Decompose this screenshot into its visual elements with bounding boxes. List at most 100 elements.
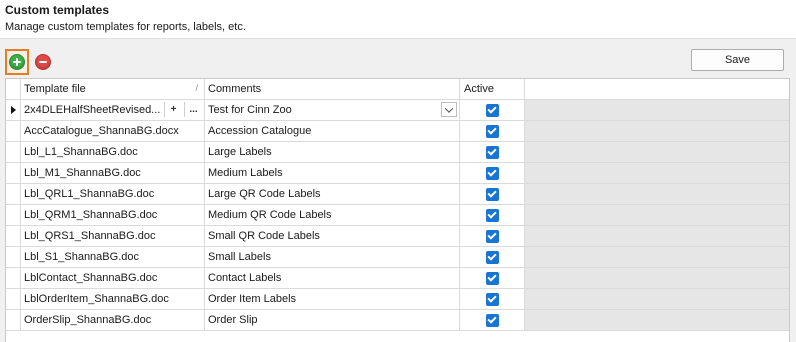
- cell-template-file[interactable]: Lbl_QRS1_ShannaBG.doc: [21, 226, 205, 246]
- row-indicator[interactable]: [6, 100, 21, 120]
- cell-comments[interactable]: Order Slip: [205, 310, 460, 330]
- save-button[interactable]: Save: [691, 49, 784, 71]
- cell-active: [460, 226, 525, 246]
- column-header-label: Active: [464, 83, 494, 95]
- comment-text: Accession Catalogue: [208, 125, 312, 137]
- cell-active: [460, 310, 525, 330]
- cell-template-file[interactable]: Lbl_S1_ShannaBG.doc: [21, 247, 205, 267]
- row-indicator[interactable]: [6, 268, 21, 288]
- table-row[interactable]: OrderSlip_ShannaBG.doc Order Slip: [6, 310, 789, 331]
- template-file-name: Lbl_QRS1_ShannaBG.doc: [24, 230, 156, 242]
- active-checkbox[interactable]: [485, 124, 499, 138]
- table-row[interactable]: LblContact_ShannaBG.doc Contact Labels: [6, 268, 789, 289]
- column-header-comments[interactable]: Comments: [205, 79, 460, 99]
- plus-circle-icon: [9, 54, 25, 70]
- cell-template-file[interactable]: Lbl_QRL1_ShannaBG.doc: [21, 184, 205, 204]
- cell-template-file[interactable]: Lbl_L1_ShannaBG.doc: [21, 142, 205, 162]
- table-row[interactable]: Lbl_QRS1_ShannaBG.doc Small QR Code Label…: [6, 226, 789, 247]
- add-template-button[interactable]: [5, 49, 29, 75]
- column-header-label: Comments: [208, 83, 262, 95]
- active-checkbox[interactable]: [485, 271, 499, 285]
- cell-comments[interactable]: Medium Labels: [205, 163, 460, 183]
- row-indicator[interactable]: [6, 121, 21, 141]
- active-checkbox[interactable]: [485, 187, 499, 201]
- row-indicator[interactable]: [6, 163, 21, 183]
- row-indicator[interactable]: [6, 226, 21, 246]
- cell-template-file[interactable]: OrderSlip_ShannaBG.doc: [21, 310, 205, 330]
- page-subtitle: Manage custom templates for reports, lab…: [5, 21, 246, 33]
- comment-text: Large Labels: [208, 146, 272, 158]
- table-row[interactable]: AccCatalogue_ShannaBG.docx Accession Cata…: [6, 121, 789, 142]
- row-filler: [525, 226, 789, 246]
- row-indicator[interactable]: [6, 205, 21, 225]
- cell-template-file[interactable]: 2x4DLEHalfSheetRevised... +...: [21, 100, 205, 120]
- cell-template-file[interactable]: LblOrderItem_ShannaBG.doc: [21, 289, 205, 309]
- current-row-arrow-icon: [10, 106, 16, 114]
- table-row[interactable]: Lbl_S1_ShannaBG.doc Small Labels: [6, 247, 789, 268]
- templates-grid: Template file / Comments Active 2x4DLEHa…: [5, 78, 790, 342]
- comment-text: Medium Labels: [208, 167, 283, 179]
- column-header-active[interactable]: Active: [460, 79, 525, 99]
- add-file-button[interactable]: +: [164, 102, 182, 117]
- minus-circle-icon: [35, 54, 51, 70]
- template-file-name: Lbl_QRM1_ShannaBG.doc: [24, 209, 158, 221]
- cell-comments[interactable]: Large QR Code Labels: [205, 184, 460, 204]
- table-row[interactable]: LblOrderItem_ShannaBG.doc Order Item Labe…: [6, 289, 789, 310]
- cell-template-file[interactable]: LblContact_ShannaBG.doc: [21, 268, 205, 288]
- table-row[interactable]: Lbl_QRL1_ShannaBG.doc Large QR Code Label…: [6, 184, 789, 205]
- comment-text: Large QR Code Labels: [208, 188, 321, 200]
- row-filler: [525, 184, 789, 204]
- cell-active: [460, 205, 525, 225]
- remove-template-button[interactable]: [31, 49, 55, 75]
- table-row[interactable]: Lbl_M1_ShannaBG.doc Medium Labels: [6, 163, 789, 184]
- active-checkbox[interactable]: [485, 145, 499, 159]
- row-indicator[interactable]: [6, 289, 21, 309]
- row-indicator-header: [6, 79, 21, 99]
- cell-template-file[interactable]: Lbl_M1_ShannaBG.doc: [21, 163, 205, 183]
- cell-comments[interactable]: Medium QR Code Labels: [205, 205, 460, 225]
- cell-comments[interactable]: Small QR Code Labels: [205, 226, 460, 246]
- column-header-template-file[interactable]: Template file /: [21, 79, 205, 99]
- template-file-name: 2x4DLEHalfSheetRevised...: [24, 104, 161, 116]
- cell-comments[interactable]: Large Labels: [205, 142, 460, 162]
- row-indicator[interactable]: [6, 247, 21, 267]
- cell-comments[interactable]: Order Item Labels: [205, 289, 460, 309]
- cell-active: [460, 142, 525, 162]
- row-filler: [525, 100, 789, 120]
- cell-comments[interactable]: Contact Labels: [205, 268, 460, 288]
- cell-active: [460, 289, 525, 309]
- active-checkbox[interactable]: [485, 313, 499, 327]
- template-file-name: Lbl_QRL1_ShannaBG.doc: [24, 188, 155, 200]
- row-filler: [525, 268, 789, 288]
- chevron-down-icon[interactable]: [441, 102, 457, 117]
- table-row[interactable]: 2x4DLEHalfSheetRevised... +... Test for Ci…: [6, 100, 789, 121]
- active-checkbox[interactable]: [485, 208, 499, 222]
- comment-text: Medium QR Code Labels: [208, 209, 332, 221]
- cell-comments[interactable]: Small Labels: [205, 247, 460, 267]
- cell-comments[interactable]: Test for Cinn Zoo: [205, 100, 460, 120]
- browse-file-button[interactable]: ...: [184, 102, 202, 117]
- column-header-label: Template file: [24, 83, 86, 95]
- template-file-name: Lbl_S1_ShannaBG.doc: [24, 251, 139, 263]
- active-checkbox[interactable]: [485, 250, 499, 264]
- row-indicator[interactable]: [6, 184, 21, 204]
- row-indicator[interactable]: [6, 142, 21, 162]
- active-checkbox[interactable]: [485, 229, 499, 243]
- cell-active: [460, 163, 525, 183]
- cell-active: [460, 184, 525, 204]
- template-file-name: Lbl_L1_ShannaBG.doc: [24, 146, 138, 158]
- active-checkbox[interactable]: [485, 166, 499, 180]
- row-indicator[interactable]: [6, 310, 21, 330]
- row-filler: [525, 121, 789, 141]
- table-row[interactable]: Lbl_QRM1_ShannaBG.doc Medium QR Code Labe…: [6, 205, 789, 226]
- cell-template-file[interactable]: Lbl_QRM1_ShannaBG.doc: [21, 205, 205, 225]
- active-checkbox[interactable]: [485, 292, 499, 306]
- table-row[interactable]: Lbl_L1_ShannaBG.doc Large Labels: [6, 142, 789, 163]
- active-checkbox[interactable]: [485, 103, 499, 117]
- header-filler: [525, 79, 789, 99]
- cell-comments[interactable]: Accession Catalogue: [205, 121, 460, 141]
- template-file-name: LblContact_ShannaBG.doc: [24, 272, 158, 284]
- cell-template-file[interactable]: AccCatalogue_ShannaBG.docx: [21, 121, 205, 141]
- comment-text: Test for Cinn Zoo: [208, 104, 292, 116]
- grid-header-row: Template file / Comments Active: [6, 79, 789, 100]
